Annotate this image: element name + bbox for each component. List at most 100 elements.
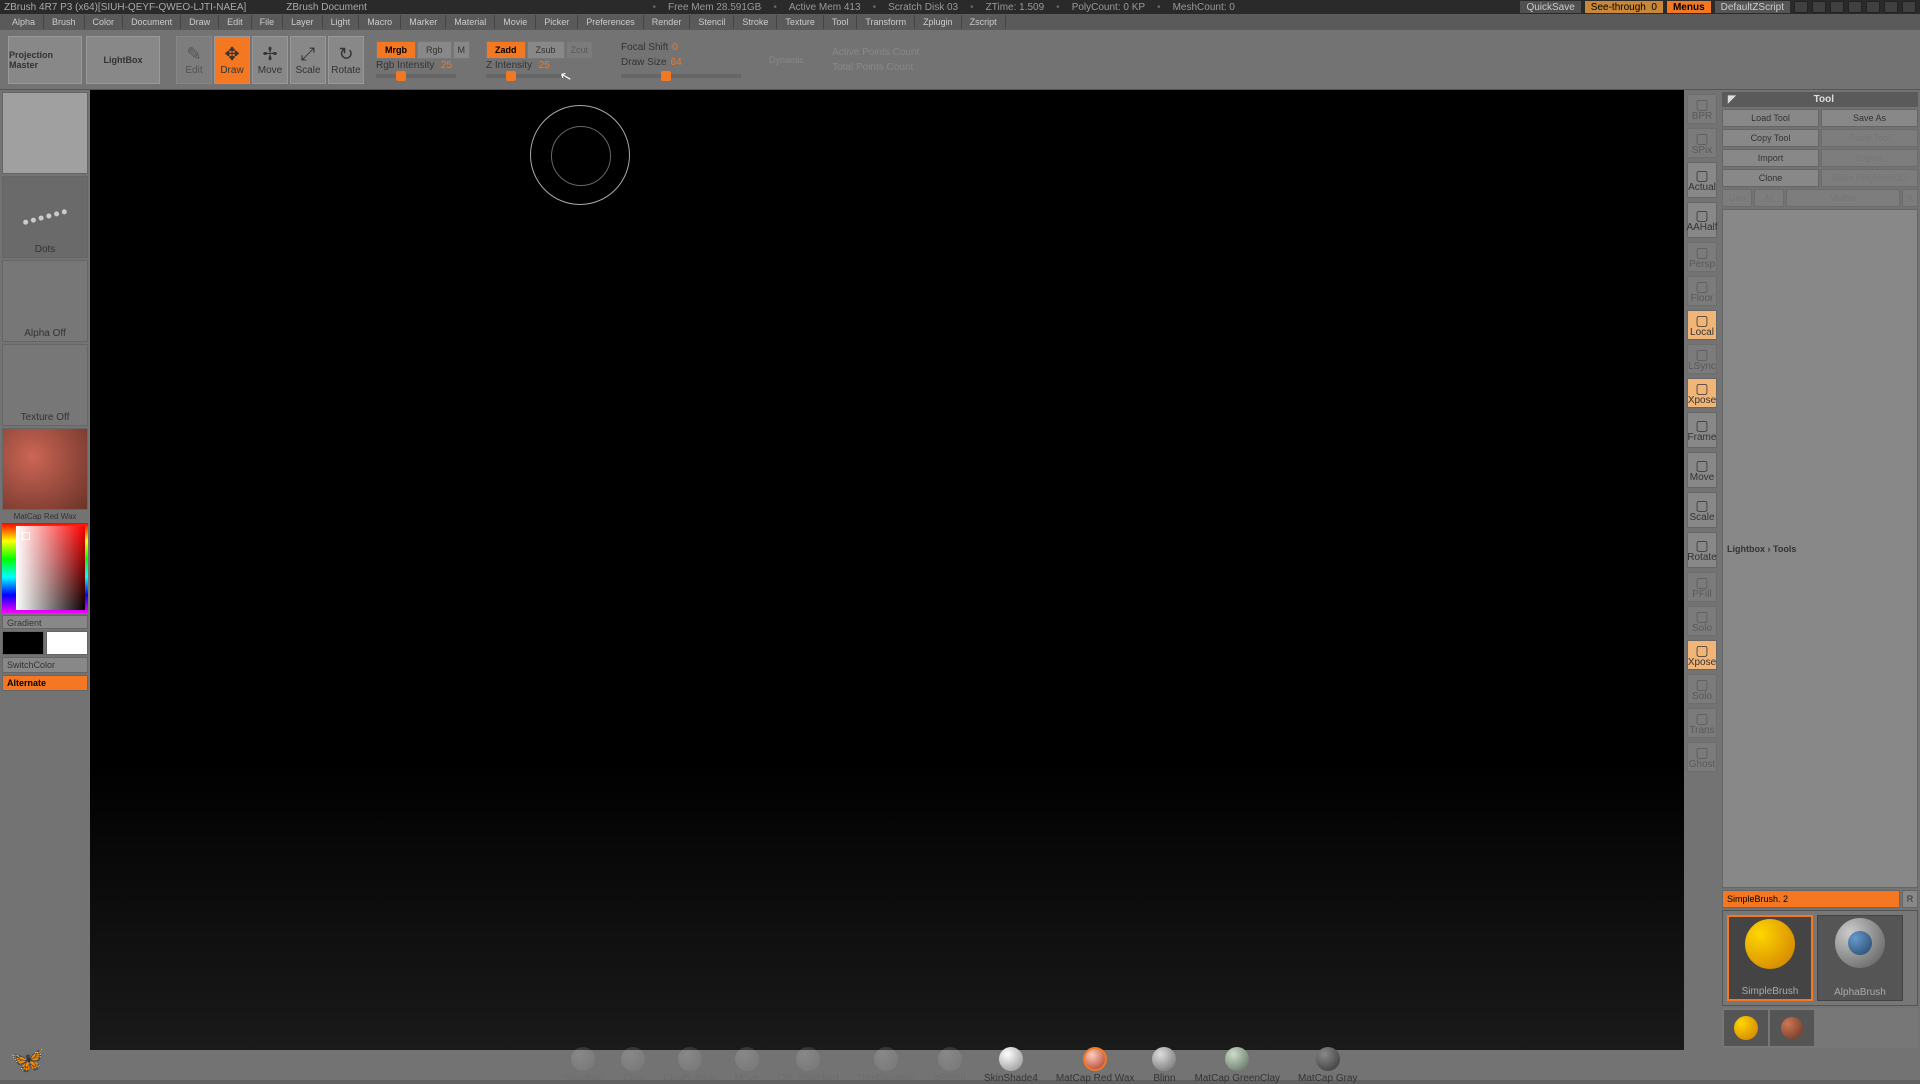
paste-tool-button[interactable]: Paste Tool (1821, 129, 1918, 147)
rstrip-lsync-button[interactable]: ▢LSync (1687, 344, 1717, 374)
tray-cm_standard[interactable]: Cm_Standard (777, 1047, 839, 1084)
menu-stencil[interactable]: Stencil (690, 15, 734, 29)
menu-zplugin[interactable]: Zplugin (915, 15, 962, 29)
seethrough-toggle[interactable]: See-through 0 (1585, 1, 1663, 13)
primary-color-swatch[interactable] (46, 631, 88, 655)
menu-tool[interactable]: Tool (824, 15, 858, 29)
menu-document[interactable]: Document (123, 15, 181, 29)
tray-skinshade4[interactable]: SkinShade4 (984, 1047, 1038, 1084)
rstrip-spix-button[interactable]: ▢SPix (1687, 128, 1717, 158)
zcut-button[interactable]: Zcut (566, 41, 594, 59)
switchcolor-button[interactable]: SwitchColor (2, 657, 88, 673)
brush-slot[interactable] (2, 92, 88, 174)
draw-size-slider[interactable]: Draw Size64 (621, 57, 741, 68)
menu-texture[interactable]: Texture (777, 15, 824, 29)
menu-marker[interactable]: Marker (401, 15, 446, 29)
dynamic-toggle[interactable]: Dynamic (769, 55, 804, 65)
load-tool-button[interactable]: Load Tool (1722, 109, 1819, 127)
layout-icon-3[interactable] (1830, 1, 1844, 13)
minimize-icon[interactable] (1866, 1, 1880, 13)
import-button[interactable]: Import (1722, 149, 1819, 167)
menu-material[interactable]: Material (446, 15, 495, 29)
default-zscript-button[interactable]: DefaultZScript (1715, 1, 1790, 13)
tool-thumb-simplebrush[interactable]: SimpleBrush (1727, 915, 1813, 1001)
rstrip-solo-button[interactable]: ▢Solo (1687, 606, 1717, 636)
tray-move[interactable]: Move (734, 1047, 758, 1084)
collapse-icon[interactable]: ◤ (1728, 94, 1736, 105)
tray-standard[interactable]: Standard (563, 1047, 604, 1084)
rstrip-rotate-button[interactable]: ▢Rotate (1687, 532, 1717, 568)
r-button[interactable]: R (1902, 189, 1918, 207)
export-button[interactable]: Export (1821, 149, 1918, 167)
quicksave-button[interactable]: QuickSave (1520, 1, 1580, 13)
rstrip-trans-button[interactable]: ▢Trans (1687, 708, 1717, 738)
menu-brush[interactable]: Brush (44, 15, 85, 29)
rstrip-floor-button[interactable]: ▢Floor (1687, 276, 1717, 306)
copy-tool-button[interactable]: Copy Tool (1722, 129, 1819, 147)
geo-button[interactable]: Geo (1722, 189, 1752, 207)
menu-edit[interactable]: Edit (219, 15, 252, 29)
canvas[interactable]: ↖ (90, 90, 1684, 1050)
tray-trimdynamic[interactable]: TrimDynamic (857, 1047, 916, 1084)
close-icon[interactable] (1902, 1, 1916, 13)
tool-panel-header[interactable]: ◤ Tool (1722, 92, 1918, 107)
mini-thumb-eraserbrush[interactable] (1770, 1010, 1814, 1046)
edit-mode-button[interactable]: ✎Edit (176, 36, 212, 84)
menus-button[interactable]: Menus (1667, 1, 1711, 13)
zadd-button[interactable]: Zadd (486, 41, 526, 59)
tray-claybuildup[interactable]: ClayBuildup (663, 1047, 716, 1084)
scale-mode-button[interactable]: ⤢Scale (290, 36, 326, 84)
lightbox-button[interactable]: LightBox (86, 36, 160, 84)
gradient-toggle[interactable]: Gradient (2, 615, 88, 629)
lightbox-tools-button[interactable]: Lightbox › Tools (1722, 209, 1918, 888)
menu-light[interactable]: Light (323, 15, 360, 29)
layout-icon-2[interactable] (1812, 1, 1826, 13)
layout-icon[interactable] (1794, 1, 1808, 13)
menu-stroke[interactable]: Stroke (734, 15, 777, 29)
focal-shift-slider[interactable]: Focal Shift0 (621, 42, 741, 53)
draw-mode-button[interactable]: ✥Draw (214, 36, 250, 84)
layout-icon-4[interactable] (1848, 1, 1862, 13)
rotate-mode-button[interactable]: ↻Rotate (328, 36, 364, 84)
rstrip-scale-button[interactable]: ▢Scale (1687, 492, 1717, 528)
rgb-intensity-slider[interactable]: Rgb Intensity 25 (376, 60, 470, 71)
rstrip-xpose-button[interactable]: ▢Xpose (1687, 640, 1717, 670)
menu-preferences[interactable]: Preferences (578, 15, 644, 29)
rstrip-xpose-button[interactable]: ▢Xpose (1687, 378, 1717, 408)
tray-clay[interactable]: Clay (621, 1047, 645, 1084)
menu-macro[interactable]: Macro (359, 15, 401, 29)
current-tool-label[interactable]: SimpleBrush. 2 (1722, 890, 1900, 908)
r2-button[interactable]: R (1902, 890, 1918, 908)
save-as-button[interactable]: Save As (1821, 109, 1918, 127)
maximize-icon[interactable] (1884, 1, 1898, 13)
rstrip-bpr-button[interactable]: ▢BPR (1687, 94, 1717, 124)
alpha-slot[interactable]: Alpha Off (2, 260, 88, 342)
tray-hpolish[interactable]: hPolish (933, 1047, 966, 1084)
clone-button[interactable]: Clone (1722, 169, 1819, 187)
tool-thumb-alphabrush[interactable]: AlphaBrush (1817, 915, 1903, 1001)
z-intensity-slider[interactable]: Z Intensity 25 (486, 60, 593, 71)
move-mode-button[interactable]: ✢Move (252, 36, 288, 84)
menu-zscript[interactable]: Zscript (962, 15, 1006, 29)
tray-blinn[interactable]: Blinn (1152, 1047, 1176, 1084)
secondary-color-swatch[interactable] (2, 631, 44, 655)
mrgb-button[interactable]: Mrgb (376, 41, 416, 59)
tray-matcap-red-wax[interactable]: MatCap Red Wax (1056, 1047, 1135, 1084)
menu-color[interactable]: Color (85, 15, 124, 29)
stroke-slot[interactable]: Dots (2, 176, 88, 258)
color-picker[interactable] (2, 523, 88, 613)
menu-layer[interactable]: Layer (283, 15, 323, 29)
menu-draw[interactable]: Draw (181, 15, 219, 29)
menu-render[interactable]: Render (644, 15, 691, 29)
all-button[interactable]: All (1754, 189, 1784, 207)
menu-file[interactable]: File (252, 15, 284, 29)
rstrip-move-button[interactable]: ▢Move (1687, 452, 1717, 488)
make-polymesh-button[interactable]: Make PolyMesh3D (1821, 169, 1918, 187)
visible-button[interactable]: Visible (1786, 189, 1900, 207)
tray-matcap-gray[interactable]: MatCap Gray (1298, 1047, 1357, 1084)
rstrip-frame-button[interactable]: ▢Frame (1687, 412, 1717, 448)
texture-slot[interactable]: Texture Off (2, 344, 88, 426)
mini-thumb-simplebrush[interactable] (1724, 1010, 1768, 1046)
alternate-button[interactable]: Alternate (2, 675, 88, 691)
menu-transform[interactable]: Transform (857, 15, 915, 29)
